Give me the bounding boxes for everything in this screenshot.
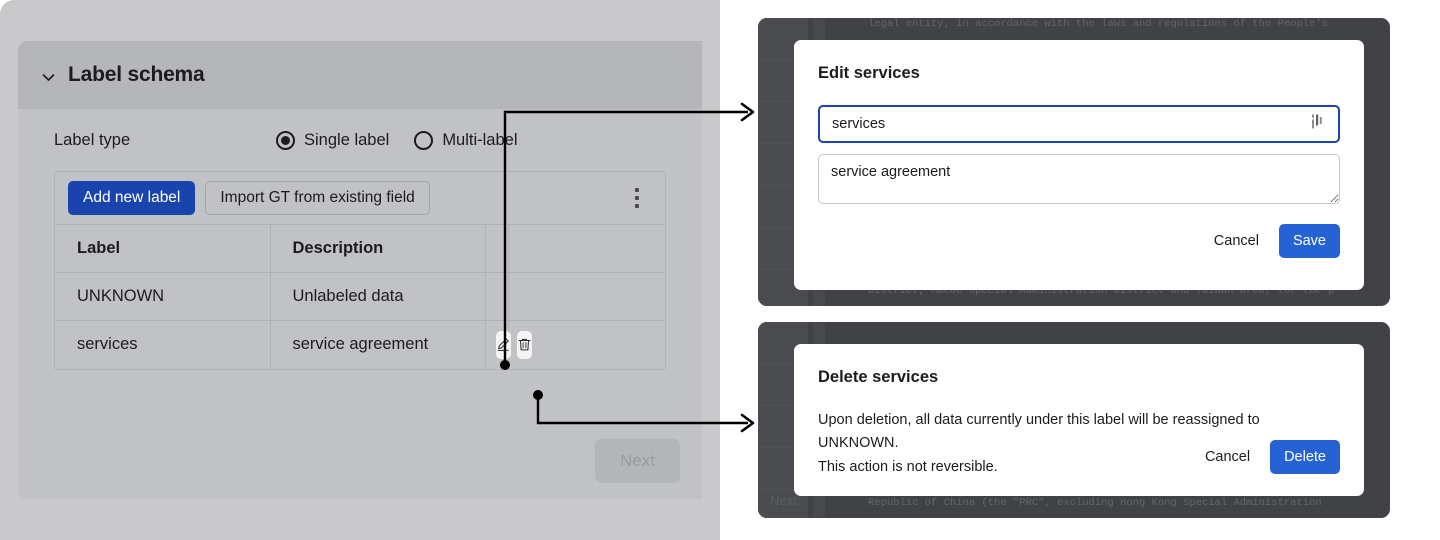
label-table-container: Add new label Import GT from existing fi…: [54, 171, 666, 370]
background-text-bottom: Republic of China (the "PRC", excluding …: [868, 497, 1322, 509]
radio-single-label-text: Single label: [304, 130, 390, 149]
radio-multi-label[interactable]: Multi-label: [414, 130, 518, 150]
label-type-radio-group: Single label Multi-label: [276, 130, 543, 150]
edit-modal-actions: Cancel Save: [1204, 224, 1340, 258]
radio-single-label[interactable]: Single label: [276, 130, 390, 150]
delete-modal-title: Delete services: [818, 368, 939, 386]
cell-actions: [485, 320, 532, 369]
delete-modal-actions: Cancel Delete: [1195, 440, 1340, 474]
edit-icon[interactable]: [495, 330, 511, 359]
cell-spacer: [508, 320, 665, 369]
delete-confirm-button[interactable]: Delete: [1270, 440, 1340, 474]
radio-multi-label-text: Multi-label: [442, 130, 518, 149]
edit-modal-title: Edit services: [818, 64, 920, 82]
row-action-buttons: [486, 330, 532, 359]
label-schema-screen: Label schema Label type Single label Mul…: [0, 0, 720, 540]
label-type-row: Label type Single label Multi-label: [36, 109, 684, 171]
cell-label: services: [55, 320, 271, 369]
next-button-wrapper: Next: [595, 439, 680, 483]
chevron-down-icon[interactable]: [40, 69, 57, 86]
import-gt-button[interactable]: Import GT from existing field: [205, 181, 430, 215]
trash-icon[interactable]: [516, 330, 532, 359]
label-type-label: Label type: [54, 130, 131, 149]
table-row: services service agreement: [55, 320, 665, 369]
card-body: Label type Single label Multi-label Add …: [18, 109, 702, 370]
radio-unselected-icon[interactable]: [414, 130, 434, 150]
edit-arrowhead: [740, 102, 755, 122]
cell-actions: [485, 272, 509, 321]
label-name-input[interactable]: [818, 105, 1340, 143]
column-header-label: Label: [55, 224, 271, 273]
label-name-field-wrapper: [818, 105, 1340, 143]
column-header-spacer: [508, 224, 665, 273]
kebab-menu-icon[interactable]: [635, 188, 639, 208]
screenshot-root: Label schema Label type Single label Mul…: [0, 0, 1440, 540]
cell-spacer: [508, 272, 665, 321]
card-header[interactable]: Label schema: [18, 41, 702, 109]
edit-services-modal: Edit services service agreement Cancel S…: [794, 40, 1364, 290]
table-toolbar: Add new label Import GT from existing fi…: [55, 172, 665, 224]
delete-services-modal: Delete services Upon deletion, all data …: [794, 344, 1364, 496]
delete-cancel-button[interactable]: Cancel: [1195, 441, 1260, 473]
edit-dialog-panel: legal entity, in accordance with the law…: [758, 18, 1390, 306]
delete-dialog-panel: Next Republic of China (the "PRC", exclu…: [758, 322, 1390, 518]
cell-description: Unlabeled data: [270, 272, 486, 321]
radio-selected-icon[interactable]: [276, 130, 295, 150]
next-button[interactable]: Next: [595, 439, 680, 483]
background-next-label: Next: [770, 493, 797, 508]
column-header-actions: [485, 224, 509, 273]
add-new-label-button[interactable]: Add new label: [68, 181, 196, 215]
label-schema-card: Label schema Label type Single label Mul…: [18, 41, 702, 499]
page-title: Label schema: [68, 63, 205, 86]
label-table: Label Description UNKNOWN Unlabeled data: [55, 224, 665, 369]
edit-cancel-button[interactable]: Cancel: [1204, 225, 1269, 257]
edit-save-button[interactable]: Save: [1278, 224, 1340, 258]
background-text-top: legal entity, in accordance with the law…: [868, 18, 1328, 30]
delete-arrowhead: [740, 413, 755, 433]
cell-description: service agreement: [270, 320, 486, 369]
label-description-textarea[interactable]: service agreement: [818, 154, 1340, 204]
table-header-row: Label Description: [55, 224, 665, 273]
column-header-description: Description: [270, 224, 486, 273]
cell-label: UNKNOWN: [55, 272, 271, 321]
table-row: UNKNOWN Unlabeled data: [55, 272, 665, 321]
